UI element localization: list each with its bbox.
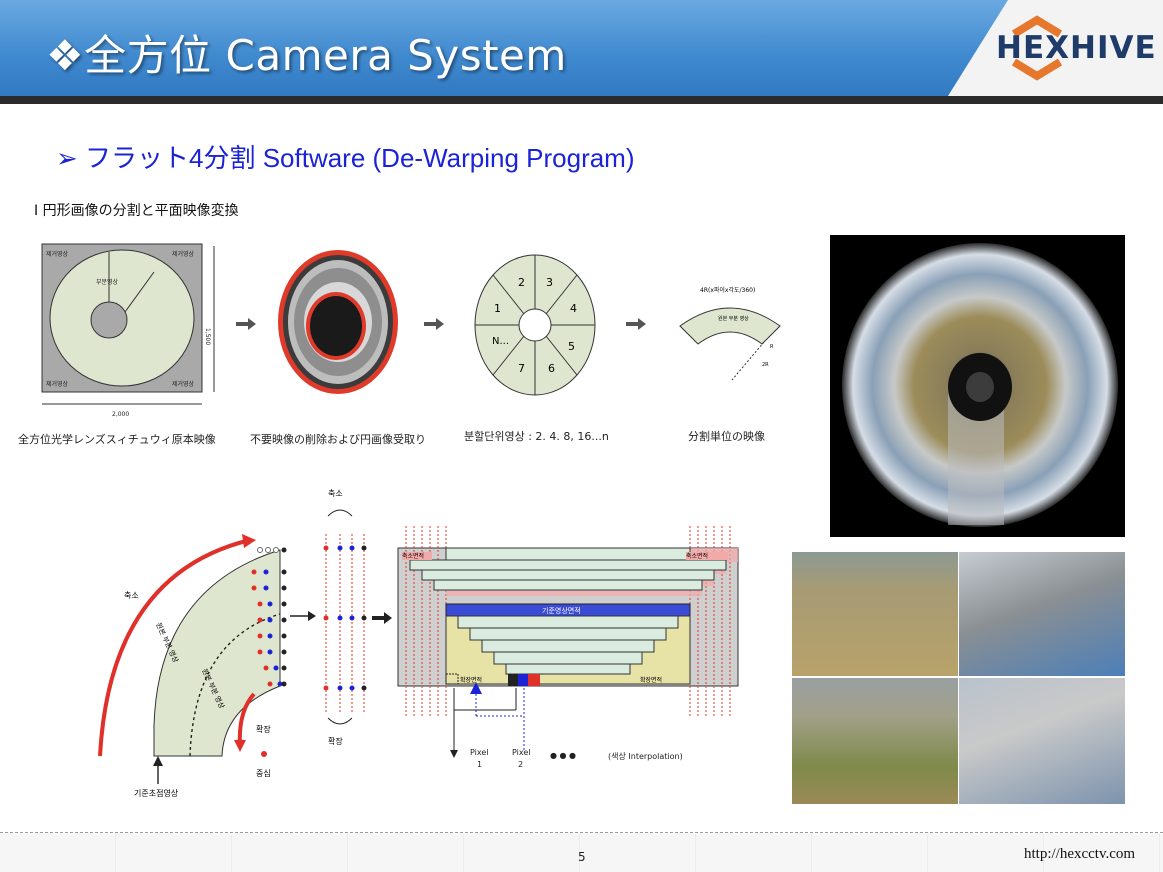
original-lens-image-diagram: 제거영상 제거영상 제거영상 제거영상 부분영상 1,500 2,000 [41, 243, 215, 418]
grid-base-label: 기준영상면적 [542, 606, 581, 615]
fisheye-image [842, 243, 1118, 527]
slide-subtitle: ➢ フラット4分割 Software (De-Warping Program) [56, 143, 635, 173]
quad-split-photo [792, 552, 1125, 804]
section-label: I 円形画像の分割と平面映像変換 [34, 203, 239, 219]
pixel2-number: 2 [518, 760, 524, 769]
segmented-circle-diagram: 2 3 4 5 6 7 N... 1 [474, 254, 596, 396]
caption-arc-segment: 分割単位の映像 [688, 430, 765, 443]
pixel2-label: Pixel [512, 748, 531, 757]
r2-label: 2R [762, 362, 769, 368]
grid-expand-right-label: 확장면적 [640, 676, 662, 684]
base-focus-label: 기준초점영상 [134, 788, 179, 798]
fisheye-photo [830, 235, 1125, 537]
part-label: 부분영상 [96, 278, 119, 286]
segment-2: 2 [518, 276, 525, 289]
caption-segments: 분할단위영상 : 2. 4. 8, 16...n [464, 430, 609, 443]
segment-1: 1 [494, 302, 501, 315]
inner-label: 원본 부분 영상 [718, 315, 749, 322]
ellipsis-dots: ● ● ● [550, 751, 577, 760]
dewarp-grid-diagram: 기준영상면적 축소면적 축소면적 확장면적 확장면적 [397, 526, 739, 758]
pixel1-number: 1 [477, 760, 483, 769]
website-url[interactable]: http://hexcctv.com [1024, 846, 1135, 863]
formula-label: 4R(x파이x각도/360) [700, 286, 755, 294]
corner-label-bl: 제거영상 [46, 380, 69, 388]
expand-label: 확장 [256, 724, 271, 734]
bottom-expand-label: 확장 [328, 736, 343, 746]
quad-view-1 [792, 552, 958, 676]
arrow-right-icon [626, 318, 646, 330]
circle-crop-diagram [278, 250, 398, 394]
segment-5: 5 [568, 340, 575, 353]
footer-divider [0, 832, 1163, 833]
corner-label-tl: 제거영상 [46, 250, 69, 258]
quad-view-4 [959, 678, 1125, 804]
dim-width-label: 2,000 [112, 411, 129, 418]
arc-segment-diagram: 4R(x파이x각도/360) 원본 부분 영상 R 2R [679, 286, 781, 381]
logo-text: HEXHIVE [996, 30, 1157, 66]
arrow-right-icon [424, 318, 444, 330]
segment-7: 7 [518, 362, 525, 375]
arrow-right-icon [236, 318, 256, 330]
grid-shrink-right-label: 축소면적 [686, 552, 708, 560]
quad-view-3 [792, 678, 958, 804]
grid-shrink-left-label: 축소면적 [402, 552, 424, 560]
pixel1-label: Pixel [470, 748, 489, 757]
r-label: R [770, 344, 774, 350]
page-number: 5 [578, 850, 586, 864]
segment-4: 4 [570, 302, 577, 315]
page-title: ❖全方位 Camera System [46, 31, 567, 80]
quad-view-2 [959, 552, 1125, 676]
grid-expand-left-label: 확장면적 [460, 676, 482, 684]
corner-label-tr: 제거영상 [172, 250, 195, 258]
caption-circle-crop: 不要映像の削除および円画像受取り [250, 433, 426, 446]
arrow-right-icon [372, 612, 392, 624]
center-label: 중심 [256, 768, 271, 778]
shrink-label: 축소 [124, 591, 139, 600]
caption-original: 全方位光学レンズスィチュウィ原本映像 [18, 433, 216, 446]
header-divider [0, 96, 1163, 104]
segment-3: 3 [546, 276, 553, 289]
segment-n: N... [492, 336, 509, 347]
top-shrink-label: 축소 [328, 489, 343, 498]
corner-label-br: 제거영상 [172, 380, 195, 388]
dim-height-label: 1,500 [204, 328, 211, 345]
segment-6: 6 [548, 362, 555, 375]
interpolation-label: (색상 Interpolation) [608, 752, 683, 761]
